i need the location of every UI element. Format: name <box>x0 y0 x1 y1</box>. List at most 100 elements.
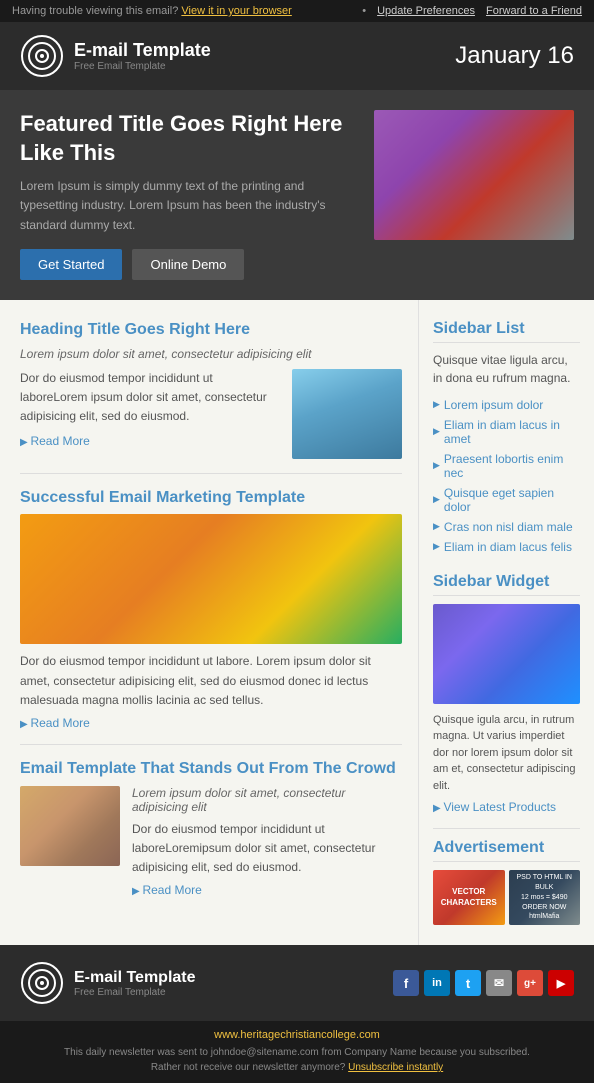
view-latest-products-link[interactable]: View Latest Products <box>433 800 580 814</box>
article-1-heading: Heading Title Goes Right Here <box>20 320 402 341</box>
article-1: Heading Title Goes Right Here Lorem ipsu… <box>20 320 402 459</box>
logo-icon <box>20 34 64 78</box>
top-bar-left: Having trouble viewing this email? View … <box>12 5 292 17</box>
footer-note-2-text: Rather not receive our newsletter anymor… <box>151 1062 346 1073</box>
sidebar-list-item-5[interactable]: Cras non nisl diam male <box>433 517 580 537</box>
article-2: Successful Email Marketing Template Dor … <box>20 488 402 730</box>
article-3-thumbnail <box>20 786 120 866</box>
shell-image <box>20 786 120 866</box>
facebook-icon[interactable]: f <box>393 970 419 996</box>
footer-bottom: www.heritagechristiancollege.com This da… <box>0 1021 594 1083</box>
sidebar-list-section: Sidebar List Quisque vitae ligula arcu, … <box>433 320 580 557</box>
youtube-icon[interactable]: ▶ <box>548 970 574 996</box>
hero-image <box>374 110 574 240</box>
sidebar-widget-heading: Sidebar Widget <box>433 573 580 596</box>
footer-note-1: This daily newsletter was sent to johndo… <box>20 1045 574 1060</box>
article-3-body-area: Lorem ipsum dolor sit amet, consectetur … <box>20 786 402 898</box>
yellow-flowers-image <box>20 514 402 644</box>
footer-brand-text: E-mail Template Free Email Template <box>74 969 196 998</box>
ad-left-box[interactable]: VECTORCHARACTERS <box>433 870 505 925</box>
article-3-subheading: Lorem ipsum dolor sit amet, consectetur … <box>132 786 402 814</box>
article-3-heading: Email Template That Stands Out From The … <box>20 759 402 780</box>
sidebar-list-heading: Sidebar List <box>433 320 580 343</box>
sidebar-list-item-4[interactable]: Quisque eget sapien dolor <box>433 483 580 517</box>
two-col-layout: Heading Title Goes Right Here Lorem ipsu… <box>0 300 594 946</box>
top-bar-separator: • <box>362 5 366 17</box>
article-3: Email Template That Stands Out From The … <box>20 759 402 897</box>
sidebar-link-4[interactable]: Quisque eget sapien dolor <box>444 486 580 514</box>
article-1-subheading: Lorem ipsum dolor sit amet, consectetur … <box>20 347 402 361</box>
logo-text: E-mail Template Free Email Template <box>74 40 211 72</box>
sidebar-list-intro: Quisque vitae ligula arcu, in dona eu ru… <box>433 351 580 387</box>
footer-dark: E-mail Template Free Email Template f in… <box>0 945 594 1021</box>
google-plus-icon[interactable]: g+ <box>517 970 543 996</box>
sidebar-link-3[interactable]: Praesent lobortis enim nec <box>444 452 580 480</box>
left-column: Heading Title Goes Right Here Lorem ipsu… <box>0 300 419 946</box>
unsubscribe-link[interactable]: Unsubscribe instantly <box>348 1062 443 1073</box>
header: E-mail Template Free Email Template Janu… <box>0 22 594 90</box>
divider-1 <box>20 473 402 474</box>
sidebar-widget-image <box>433 604 580 704</box>
article-1-body-area: Dor do eiusmod tempor incididunt ut labo… <box>20 369 402 459</box>
main-content: Heading Title Goes Right Here Lorem ipsu… <box>0 300 594 946</box>
sidebar-list-item-1[interactable]: Lorem ipsum dolor <box>433 395 580 415</box>
sidebar-link-2[interactable]: Eliam in diam lacus in amet <box>444 418 580 446</box>
advertisement-section: Advertisement VECTORCHARACTERS PSD TO HT… <box>433 828 580 925</box>
sidebar-list: Lorem ipsum dolor Eliam in diam lacus in… <box>433 395 580 557</box>
email-icon[interactable]: ✉ <box>486 970 512 996</box>
sidebar-link-6[interactable]: Eliam in diam lacus felis <box>444 540 572 554</box>
divider-2 <box>20 744 402 745</box>
article-1-read-more[interactable]: Read More <box>20 432 280 451</box>
sidebar-widget-text: Quisque igula arcu, in rutrum magna. Ut … <box>433 712 580 795</box>
top-bar-trouble-text: Having trouble viewing this email? <box>12 5 178 17</box>
ad-heading: Advertisement <box>433 839 580 862</box>
social-icons: f in t ✉ g+ ▶ <box>393 970 574 996</box>
forward-to-friend-link[interactable]: Forward to a Friend <box>486 5 582 17</box>
footer-note-2: Rather not receive our newsletter anymor… <box>20 1060 574 1075</box>
hero-img-flowers <box>374 110 574 240</box>
logo-area: E-mail Template Free Email Template <box>20 34 211 78</box>
footer-brand-sub: Free Email Template <box>74 987 196 998</box>
article-1-text: Dor do eiusmod tempor incididunt ut labo… <box>20 369 280 459</box>
sidebar-link-1[interactable]: Lorem ipsum dolor <box>444 398 543 412</box>
sidebar-widget-section: Sidebar Widget Quisque igula arcu, in ru… <box>433 573 580 815</box>
linkedin-icon[interactable]: in <box>424 970 450 996</box>
hero-section: Featured Title Goes Right Here Like This… <box>0 90 594 300</box>
article-2-text: Dor do eiusmod tempor incididunt ut labo… <box>20 652 402 710</box>
ad-right-text: PSD TO HTML IN BULK12 mos = $490 ORDER N… <box>513 873 577 922</box>
article-2-heading: Successful Email Marketing Template <box>20 488 402 509</box>
article-1-body-text: Dor do eiusmod tempor incididunt ut labo… <box>20 371 267 423</box>
hero-title: Featured Title Goes Right Here Like This <box>20 110 358 167</box>
footer-brand-name: E-mail Template <box>74 969 196 987</box>
sidebar-list-item-3[interactable]: Praesent lobortis enim nec <box>433 449 580 483</box>
article-3-content: Lorem ipsum dolor sit amet, consectetur … <box>132 786 402 898</box>
article-2-read-more[interactable]: Read More <box>20 716 402 730</box>
hero-content: Featured Title Goes Right Here Like This… <box>20 110 358 280</box>
twitter-icon[interactable]: t <box>455 970 481 996</box>
sidebar-list-item-6[interactable]: Eliam in diam lacus felis <box>433 537 580 557</box>
article-3-text: Dor do eiusmod tempor incididunt ut labo… <box>132 820 402 878</box>
hero-text: Lorem Ipsum is simply dummy text of the … <box>20 177 358 235</box>
top-bar-right: • Update Preferences Forward to a Friend <box>362 5 582 17</box>
bird-image <box>292 369 402 459</box>
brand-name: E-mail Template <box>74 40 211 61</box>
ad-right-box[interactable]: PSD TO HTML IN BULK12 mos = $490 ORDER N… <box>509 870 581 925</box>
footer-logo-icon <box>20 961 64 1005</box>
sidebar-link-5[interactable]: Cras non nisl diam male <box>444 520 573 534</box>
header-date: January 16 <box>455 42 574 70</box>
article-2-image <box>20 514 402 644</box>
footer-url: www.heritagechristiancollege.com <box>20 1029 574 1041</box>
right-column-sidebar: Sidebar List Quisque vitae ligula arcu, … <box>419 300 594 946</box>
article-3-read-more[interactable]: Read More <box>132 883 402 897</box>
online-demo-button[interactable]: Online Demo <box>132 249 244 280</box>
brand-sub: Free Email Template <box>74 61 211 72</box>
article-1-thumbnail <box>292 369 402 459</box>
footer-logo-area: E-mail Template Free Email Template <box>20 961 196 1005</box>
hero-buttons: Get Started Online Demo <box>20 249 358 280</box>
sidebar-list-item-2[interactable]: Eliam in diam lacus in amet <box>433 415 580 449</box>
update-preferences-link[interactable]: Update Preferences <box>377 5 475 17</box>
ad-left-text: VECTORCHARACTERS <box>441 887 497 908</box>
get-started-button[interactable]: Get Started <box>20 249 122 280</box>
view-in-browser-link[interactable]: View it in your browser <box>181 5 291 17</box>
ad-box: VECTORCHARACTERS PSD TO HTML IN BULK12 m… <box>433 870 580 925</box>
